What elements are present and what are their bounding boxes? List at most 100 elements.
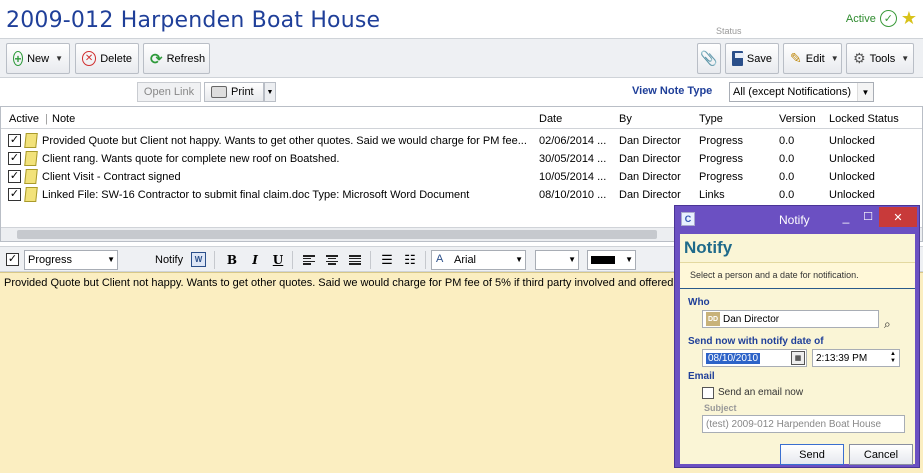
- bullet-list-button[interactable]: ☰: [378, 252, 396, 268]
- table-row[interactable]: ✓ Client rang. Wants quote for complete …: [1, 150, 922, 168]
- notify-date-value: 08/10/2010: [706, 352, 761, 364]
- column-header-active[interactable]: Active: [9, 113, 39, 125]
- send-email-checkbox[interactable]: [702, 387, 714, 399]
- align-center-icon: [326, 255, 338, 265]
- font-size-select[interactable]: ▼: [535, 250, 579, 270]
- note-cell: Provided Quote but Client not happy. Wan…: [42, 135, 527, 147]
- date-cell: 02/06/2014 ...: [539, 135, 607, 147]
- note-cell: Client Visit - Contract signed: [42, 171, 181, 183]
- page-title: 2009-012 Harpenden Boat House: [6, 8, 381, 33]
- refresh-button[interactable]: ⟳ Refresh: [143, 43, 210, 74]
- view-note-type-select[interactable]: All (except Notifications) ▼: [729, 82, 874, 102]
- notify-label[interactable]: Notify: [155, 254, 183, 266]
- note-type-select[interactable]: Progress ▼: [24, 250, 118, 270]
- edit-button[interactable]: ✎ Edit ▼: [783, 43, 842, 74]
- by-cell: Dan Director: [619, 153, 681, 165]
- close-icon[interactable]: ✕: [879, 207, 917, 227]
- maximize-icon[interactable]: ☐: [859, 210, 877, 226]
- font-select[interactable]: A Arial ▼: [431, 250, 526, 270]
- refresh-label: Refresh: [166, 52, 206, 65]
- font-color-select[interactable]: ▼: [587, 250, 636, 270]
- note-type-value: Progress: [28, 254, 73, 266]
- column-header-locked-status[interactable]: Locked Status: [829, 113, 899, 125]
- new-button[interactable]: + New ▼: [6, 43, 70, 74]
- save-icon: [732, 51, 744, 66]
- divider: [292, 251, 293, 269]
- bold-button[interactable]: B: [223, 252, 241, 268]
- table-row[interactable]: ✓ Client Visit - Contract signed 10/05/2…: [1, 168, 922, 186]
- table-row[interactable]: ✓ Linked File: SW-16 Contractor to submi…: [1, 186, 922, 204]
- note-icon: [24, 169, 38, 184]
- underline-button[interactable]: U: [269, 252, 287, 268]
- tools-label: Tools: [869, 52, 896, 65]
- print-label: Print: [231, 86, 254, 98]
- status-text: Active: [845, 12, 876, 25]
- send-button[interactable]: Send: [780, 444, 844, 465]
- delete-button[interactable]: ✕ Delete: [75, 43, 139, 74]
- chevron-down-icon: ▼: [55, 54, 63, 63]
- save-button[interactable]: Save: [725, 43, 779, 74]
- avatar: DD: [706, 312, 720, 326]
- print-button[interactable]: Print: [204, 82, 264, 102]
- numbered-list-button[interactable]: ☷: [401, 252, 419, 268]
- font-value: Arial: [454, 254, 477, 266]
- chevron-down-icon: ▼: [901, 54, 910, 63]
- printer-icon: [211, 86, 227, 98]
- edit-label: Edit: [805, 52, 825, 65]
- tools-button[interactable]: ⚙ Tools ▼: [846, 43, 914, 74]
- save-label: Save: [746, 52, 772, 65]
- delete-icon: ✕: [82, 51, 97, 66]
- active-checkbox[interactable]: ✓: [8, 170, 21, 183]
- gear-icon: ⚙: [853, 50, 866, 66]
- version-cell: 0.0: [779, 189, 795, 201]
- dialog-body: Notify Select a person and a date for no…: [680, 234, 915, 465]
- divider: [425, 251, 426, 269]
- column-header-version[interactable]: Version: [779, 113, 816, 125]
- align-justify-button[interactable]: [346, 252, 364, 268]
- chevron-down-icon: ▼: [857, 83, 873, 101]
- new-label: New: [27, 52, 50, 65]
- active-checkbox[interactable]: ✓: [8, 152, 21, 165]
- active-checkbox[interactable]: ✓: [8, 134, 21, 147]
- note-editor-text[interactable]: Provided Quote but Client not happy. Wan…: [4, 277, 673, 289]
- align-justify-icon: [349, 255, 361, 265]
- word-document-icon[interactable]: W: [191, 252, 206, 267]
- date-cell: 08/10/2010 ...: [539, 189, 607, 201]
- attach-button[interactable]: 📎: [697, 43, 721, 74]
- chevron-down-icon: ▼: [830, 54, 839, 63]
- align-left-button[interactable]: [300, 252, 318, 268]
- spinner-icon[interactable]: ▲ ▼: [888, 351, 898, 365]
- column-header-note[interactable]: Note: [52, 113, 75, 125]
- table-row[interactable]: ✓ Provided Quote but Client not happy. W…: [1, 132, 922, 150]
- notify-time-field[interactable]: 2:13:39 PM ▲ ▼: [812, 349, 900, 367]
- by-cell: Dan Director: [619, 135, 681, 147]
- cancel-button[interactable]: Cancel: [849, 444, 913, 465]
- italic-button[interactable]: I: [246, 252, 264, 268]
- open-link-button[interactable]: Open Link: [137, 82, 201, 102]
- locked-cell: Unlocked: [829, 153, 875, 165]
- who-field[interactable]: DD Dan Director: [702, 310, 879, 328]
- align-left-icon: [303, 255, 315, 265]
- calendar-icon[interactable]: ▦: [791, 351, 805, 365]
- paperclip-icon: 📎: [700, 50, 718, 66]
- column-header-by[interactable]: By: [619, 113, 632, 125]
- star-icon[interactable]: ★: [901, 9, 917, 27]
- note-cell: Client rang. Wants quote for complete ne…: [42, 153, 340, 165]
- chevron-down-icon: ▼: [625, 255, 633, 264]
- column-header-date[interactable]: Date: [539, 113, 562, 125]
- scrollbar-thumb[interactable]: [17, 230, 657, 239]
- binoculars-icon[interactable]: ⌕: [884, 317, 891, 332]
- status-caption: Status: [716, 26, 742, 36]
- notify-date-field[interactable]: 08/10/2010 ▦: [702, 349, 807, 367]
- active-checkbox[interactable]: ✓: [8, 188, 21, 201]
- notify-dialog: C Notify _ ☐ ✕ Notify Select a person an…: [674, 205, 920, 468]
- version-cell: 0.0: [779, 135, 795, 147]
- print-dropdown-button[interactable]: ▼: [264, 82, 276, 102]
- dialog-heading: Notify: [684, 238, 733, 257]
- dialog-titlebar[interactable]: C Notify _ ☐ ✕: [675, 206, 919, 232]
- chevron-down-icon: ▼: [515, 255, 523, 264]
- active-checkbox[interactable]: ✓: [6, 253, 19, 266]
- column-header-type[interactable]: Type: [699, 113, 723, 125]
- minimize-icon[interactable]: _: [837, 210, 855, 226]
- align-center-button[interactable]: [323, 252, 341, 268]
